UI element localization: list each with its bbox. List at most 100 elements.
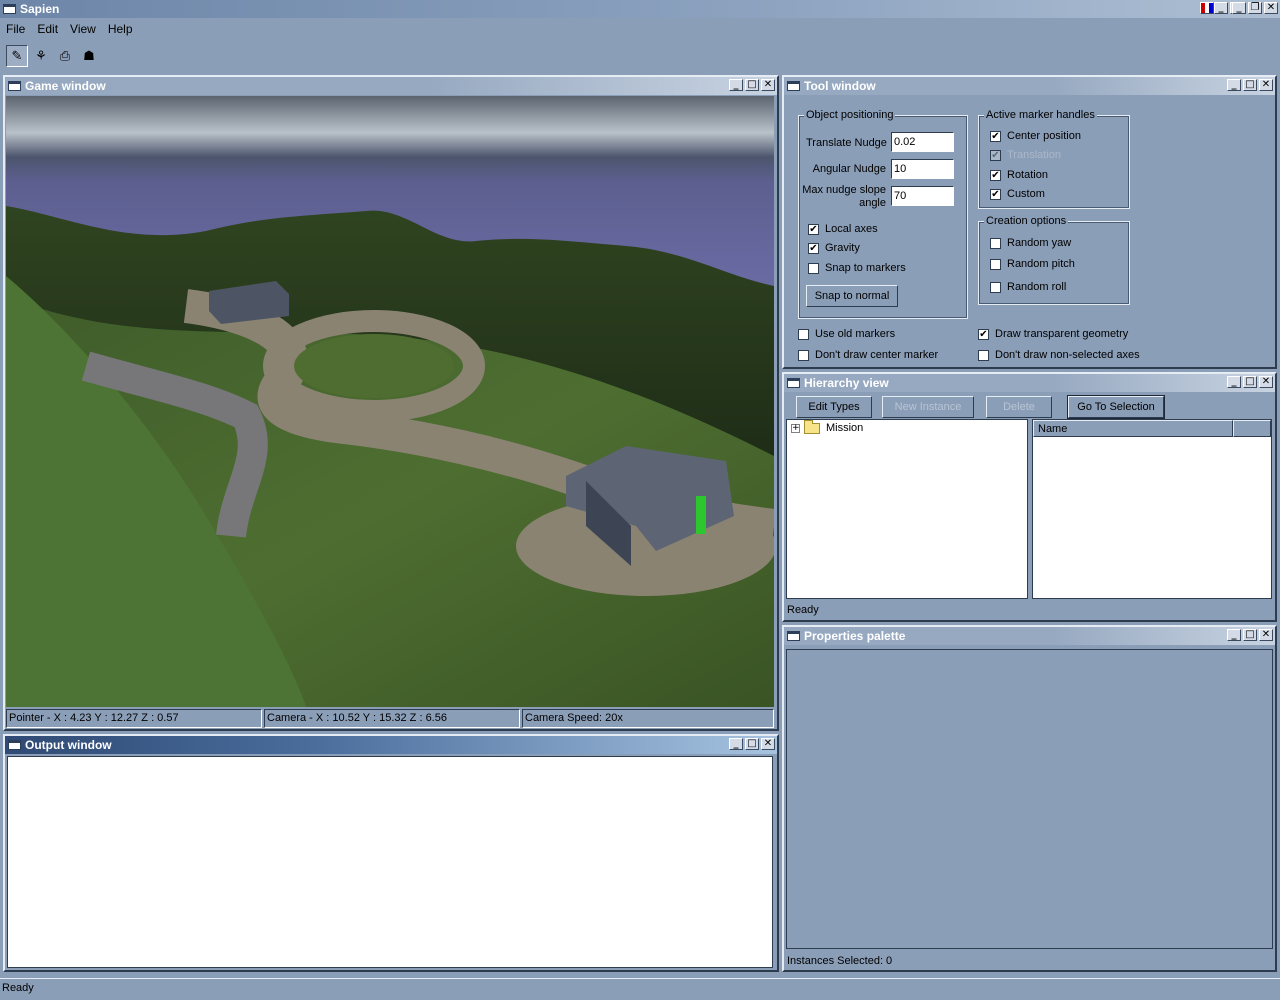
checkbox-box: ✔	[808, 223, 819, 235]
local-axes-label: Local axes	[825, 223, 878, 235]
max-nudge-slope-field[interactable]	[891, 186, 954, 206]
checkbox-box	[990, 258, 1001, 270]
app-close-button[interactable]: ✕	[1264, 2, 1278, 14]
dont-draw-non-selected-axes-label: Don't draw non-selected axes	[995, 349, 1140, 361]
new-instance-button[interactable]: New Instance	[882, 396, 974, 418]
tool-window-title-bar: Tool window _ □ ✕	[784, 77, 1275, 95]
checkbox-box: ✔	[990, 149, 1001, 161]
dont-draw-non-selected-axes-checkbox[interactable]: Don't draw non-selected axes	[978, 349, 1140, 361]
active-marker-handles-label: Active marker handles	[984, 109, 1097, 121]
minimize-button[interactable]: _	[1227, 79, 1241, 91]
snap-to-markers-checkbox[interactable]: Snap to markers	[808, 262, 906, 274]
random-yaw-checkbox[interactable]: Random yaw	[990, 237, 1071, 249]
minimize-button[interactable]: _	[729, 738, 743, 750]
menu-view[interactable]: View	[64, 22, 102, 36]
checkbox-box: ✔	[978, 328, 989, 340]
minimize-button[interactable]: _	[729, 79, 743, 91]
tree-item-mission[interactable]: + Mission	[791, 419, 864, 434]
game-window-title: Game window	[25, 79, 106, 93]
maximize-button[interactable]: □	[1243, 629, 1257, 641]
properties-area[interactable]	[786, 649, 1273, 949]
close-button[interactable]: ✕	[1259, 376, 1273, 388]
plant-icon[interactable]: ⚘	[30, 45, 52, 67]
random-pitch-checkbox[interactable]: Random pitch	[990, 258, 1075, 270]
gravity-checkbox[interactable]: ✔ Gravity	[808, 242, 860, 254]
output-window: Output window _ □ ✕	[3, 734, 779, 972]
window-icon	[787, 378, 800, 388]
minimize-button[interactable]: _	[1227, 629, 1241, 641]
pencil-icon[interactable]: ✎	[6, 45, 28, 67]
toolbar: ✎ ⚘ ⎙ ☗	[0, 42, 1280, 70]
expand-icon[interactable]: +	[791, 423, 800, 433]
column-header-blank[interactable]	[1233, 420, 1271, 437]
close-button[interactable]: ✕	[1259, 79, 1273, 91]
app-status-bar: Ready	[0, 978, 1280, 1000]
max-nudge-slope-label-2: angle	[859, 197, 886, 209]
dont-draw-center-marker-checkbox[interactable]: Don't draw center marker	[798, 349, 938, 361]
game-viewport[interactable]	[6, 96, 774, 707]
app-minimize-button[interactable]: _	[1232, 2, 1246, 14]
menu-file[interactable]: File	[0, 22, 31, 36]
window-icon	[787, 81, 800, 91]
camera-speed: Camera Speed: 20x	[522, 709, 774, 728]
draw-transparent-geometry-label: Draw transparent geometry	[995, 328, 1129, 340]
gravity-label: Gravity	[825, 242, 860, 254]
random-roll-checkbox[interactable]: Random roll	[990, 281, 1066, 293]
translate-nudge-label: Translate Nudge	[806, 137, 887, 149]
checkbox-box: ✔	[990, 169, 1001, 181]
camera-icon[interactable]: ⎙	[54, 45, 76, 67]
object-positioning-label: Object positioning	[804, 109, 896, 121]
hierarchy-status: Ready	[787, 604, 819, 616]
menu-help[interactable]: Help	[102, 22, 139, 36]
properties-palette-title: Properties palette	[804, 629, 906, 643]
hierarchy-tree[interactable]: + Mission	[786, 419, 1028, 599]
figure-icon[interactable]: ☗	[78, 45, 100, 67]
output-text-area[interactable]	[7, 756, 773, 968]
mdi-minimize-button[interactable]: _	[1214, 2, 1228, 14]
tool-window-title: Tool window	[804, 79, 876, 93]
maximize-button[interactable]: □	[1243, 79, 1257, 91]
maximize-button[interactable]: □	[745, 79, 759, 91]
properties-palette-title-bar: Properties palette _ □ ✕	[784, 627, 1275, 645]
maximize-button[interactable]: □	[745, 738, 759, 750]
close-button[interactable]: ✕	[761, 79, 775, 91]
go-to-selection-button[interactable]: Go To Selection	[1067, 395, 1165, 419]
menu-edit[interactable]: Edit	[31, 22, 64, 36]
edit-types-button[interactable]: Edit Types	[796, 396, 872, 418]
column-header-name[interactable]: Name	[1033, 420, 1233, 437]
rotation-checkbox[interactable]: ✔ Rotation	[990, 169, 1048, 181]
checkbox-box	[808, 262, 819, 274]
draw-transparent-geometry-checkbox[interactable]: ✔ Draw transparent geometry	[978, 328, 1128, 340]
local-axes-checkbox[interactable]: ✔ Local axes	[808, 223, 878, 235]
translate-nudge-field[interactable]	[891, 132, 954, 152]
delete-button[interactable]: Delete	[986, 396, 1052, 418]
instance-list[interactable]: Name	[1032, 419, 1272, 599]
output-window-title: Output window	[25, 738, 112, 752]
creation-options-label: Creation options	[984, 215, 1069, 227]
angular-nudge-label: Angular Nudge	[812, 163, 886, 175]
random-roll-label: Random roll	[1007, 281, 1067, 293]
snap-to-normal-button[interactable]: Snap to normal	[806, 285, 898, 307]
menu-bar: File Edit View Help	[0, 19, 1280, 38]
angular-nudge-field[interactable]	[891, 159, 954, 179]
folder-icon	[804, 419, 820, 434]
close-button[interactable]: ✕	[1259, 629, 1273, 641]
minimize-button[interactable]: _	[1227, 376, 1241, 388]
custom-checkbox[interactable]: ✔ Custom	[990, 188, 1045, 200]
center-position-checkbox[interactable]: ✔ Center position	[990, 130, 1081, 142]
checkbox-box	[978, 349, 989, 361]
app-restore-button[interactable]: ❐	[1248, 2, 1262, 14]
center-position-label: Center position	[1007, 130, 1081, 142]
app-icon	[3, 4, 16, 14]
maximize-button[interactable]: □	[1243, 376, 1257, 388]
tree-item-label: Mission	[826, 422, 864, 434]
window-icon	[8, 740, 21, 750]
use-old-markers-checkbox[interactable]: Use old markers	[798, 328, 895, 340]
close-button[interactable]: ✕	[761, 738, 775, 750]
max-nudge-slope-label: Max nudge slope	[802, 184, 886, 196]
use-old-markers-label: Use old markers	[815, 328, 896, 340]
translation-checkbox[interactable]: ✔ Translation	[990, 149, 1061, 161]
game-window-title-bar: Game window _ □ ✕	[5, 77, 777, 95]
checkbox-box: ✔	[808, 242, 819, 254]
output-window-title-bar: Output window _ □ ✕	[5, 736, 777, 754]
